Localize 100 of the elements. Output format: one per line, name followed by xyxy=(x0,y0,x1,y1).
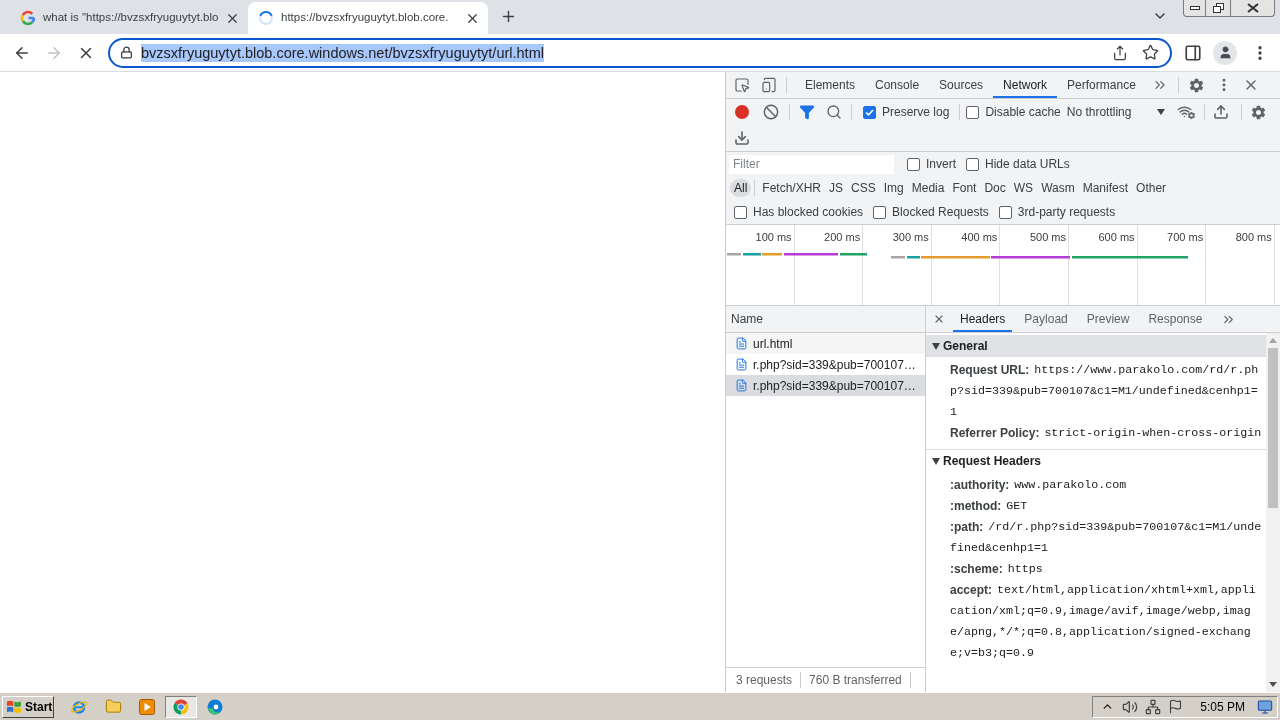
detail-tab[interactable]: Payload xyxy=(1017,306,1075,332)
address-bar[interactable]: bvzsxfryuguytyt.blob.core.windows.net/bvzsxfryuguytyt/url.html xyxy=(108,37,1172,68)
checkbox[interactable] xyxy=(873,205,887,219)
checkbox[interactable] xyxy=(907,157,920,171)
throttling-select[interactable]: No throttling xyxy=(1066,102,1165,122)
record-icon[interactable] xyxy=(735,105,749,119)
document-icon xyxy=(735,336,748,351)
scrollbar-thumb[interactable] xyxy=(1268,348,1278,508)
lock-icon[interactable] xyxy=(120,46,133,59)
minimize-button[interactable] xyxy=(1183,0,1206,17)
tick-label: 600 ms xyxy=(1098,230,1136,245)
filter-icon[interactable] xyxy=(799,104,815,120)
checkbox-label: Has blocked cookies xyxy=(753,204,864,221)
browser-tab[interactable]: what is "https://bvzsxfryuguytyt.blo xyxy=(8,2,248,34)
caret-icon xyxy=(1156,109,1165,115)
search-icon[interactable] xyxy=(826,104,842,120)
media-player-icon[interactable] xyxy=(139,698,155,715)
timing-bar xyxy=(840,253,867,256)
type-filter[interactable]: Img xyxy=(879,179,908,197)
restore-icon xyxy=(1212,3,1224,13)
detail-tab[interactable]: Preview xyxy=(1079,306,1137,332)
tick-label: 400 ms xyxy=(961,230,999,245)
section-header[interactable]: General xyxy=(926,335,1266,357)
document-icon xyxy=(735,378,748,393)
minimize-icon xyxy=(1189,6,1200,10)
clear-icon[interactable] xyxy=(763,104,779,120)
tick-label: 500 ms xyxy=(1029,230,1067,245)
scrollbar[interactable] xyxy=(1266,333,1280,692)
taskbar-button[interactable] xyxy=(165,695,197,718)
avatar-icon[interactable] xyxy=(1213,40,1237,65)
timing-bar xyxy=(784,253,838,256)
flag-logo-icon xyxy=(6,699,22,714)
speaker-icon[interactable] xyxy=(1122,698,1139,715)
network-icon[interactable] xyxy=(1145,698,1162,715)
detail-tab[interactable]: Response xyxy=(1141,306,1210,332)
bookmark-star-icon[interactable] xyxy=(1142,44,1159,61)
devtools-tab[interactable]: Console xyxy=(865,72,930,98)
type-filter[interactable]: All xyxy=(730,179,752,197)
tick-label: 800 ms xyxy=(1235,230,1273,245)
header-entry: :method: GET xyxy=(950,498,1029,515)
wifi-gear-icon[interactable] xyxy=(1176,104,1196,120)
clock-text[interactable]: 5:05 PM xyxy=(1200,697,1245,716)
type-filter[interactable]: WS xyxy=(1009,179,1038,197)
summary-text: 3 requests xyxy=(736,672,793,689)
detail-tab[interactable]: Headers xyxy=(953,306,1013,332)
wave-logo-icon[interactable] xyxy=(207,698,223,715)
close-window-button[interactable] xyxy=(1231,0,1275,17)
tick-label: 300 ms xyxy=(892,230,930,245)
timing-bar xyxy=(891,256,905,259)
checkbox-label: Hide data URLs xyxy=(985,156,1070,173)
settings-icon[interactable] xyxy=(1187,76,1205,94)
share-icon[interactable] xyxy=(1112,44,1128,61)
filter-input[interactable]: Filter xyxy=(729,154,894,174)
type-filter[interactable]: CSS xyxy=(847,179,880,197)
browser-tab[interactable]: https://bvzsxfryuguytyt.blob.core. xyxy=(248,2,488,34)
download-icon[interactable] xyxy=(734,130,750,146)
type-filter[interactable]: Doc xyxy=(980,179,1010,197)
upload-icon[interactable] xyxy=(1212,104,1229,120)
inspect-icon[interactable] xyxy=(734,77,750,93)
request-row[interactable]: url.html xyxy=(726,333,925,354)
url-text: bvzsxfryuguytyt.blob.core.windows.net/bvzsxfryuguytyt/url.html xyxy=(141,43,544,62)
type-filter[interactable]: Media xyxy=(907,179,949,197)
request-row[interactable]: r.php?sid=339&pub=700107… xyxy=(726,375,925,396)
desktop-icon[interactable] xyxy=(1257,698,1273,715)
document-icon xyxy=(735,357,748,372)
spinner-icon xyxy=(258,10,274,26)
devtools-tab[interactable]: Performance xyxy=(1057,72,1146,98)
checkbox[interactable] xyxy=(998,205,1012,219)
type-filter[interactable]: Fetch/XHR xyxy=(758,179,826,197)
browser-logo-icon[interactable] xyxy=(173,698,189,715)
checkbox-label: Blocked Requests xyxy=(892,204,989,221)
devtools-tab[interactable]: Sources xyxy=(929,72,994,98)
type-filter[interactable]: JS xyxy=(825,179,848,197)
checkbox[interactable] xyxy=(734,205,747,219)
settings-icon[interactable] xyxy=(1249,103,1267,121)
timing-bar xyxy=(727,253,741,256)
flag-icon[interactable] xyxy=(1168,699,1184,714)
restore-button[interactable] xyxy=(1206,0,1231,17)
header-entry: :scheme: https xyxy=(950,561,1044,578)
checkbox-label: Disable cache xyxy=(985,104,1061,121)
checkbox[interactable] xyxy=(966,157,979,171)
devtools-tab[interactable]: Elements xyxy=(795,72,866,98)
device-toggle-icon[interactable] xyxy=(761,77,777,93)
checkbox[interactable] xyxy=(966,105,980,119)
checkbox[interactable] xyxy=(863,105,876,119)
type-filter[interactable]: Font xyxy=(948,179,981,197)
tick-label: 700 ms xyxy=(1167,230,1205,245)
side-panel-icon[interactable] xyxy=(1184,43,1202,62)
close-icon[interactable] xyxy=(933,313,945,325)
summary-text: 760 B transferred xyxy=(809,672,902,689)
header-entry: :authority: www.parakolo.com xyxy=(950,477,1128,494)
type-filter[interactable]: Manifest xyxy=(1078,179,1133,197)
start-button[interactable]: Start xyxy=(2,695,54,718)
scroll-down-icon[interactable] xyxy=(1269,682,1277,687)
new-tab-icon[interactable] xyxy=(500,8,517,25)
tick-label: 200 ms xyxy=(824,230,862,245)
type-filter[interactable]: Other xyxy=(1132,179,1171,197)
column-header[interactable]: Name xyxy=(731,310,763,328)
type-filter[interactable]: Wasm xyxy=(1037,179,1079,197)
header-entry: Referrer Policy: strict-origin-when-cross-origin xyxy=(950,425,1262,442)
